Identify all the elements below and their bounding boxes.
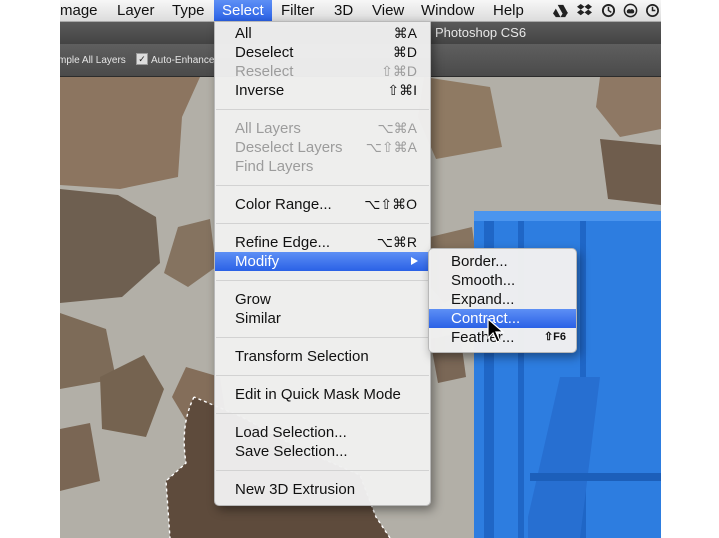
auto-enhance-label[interactable]: Auto-Enhance (151, 55, 214, 66)
menu-select[interactable]: Select (214, 0, 272, 21)
menu-separator (216, 280, 429, 281)
menu-image[interactable]: mage (60, 0, 106, 21)
menu-item-similar[interactable]: Similar (215, 309, 430, 328)
sync-icon[interactable] (601, 3, 616, 18)
menu-separator (216, 185, 429, 186)
menu-item-grow[interactable]: Grow (215, 290, 430, 309)
menu-separator (216, 223, 429, 224)
menu-item-modify[interactable]: Modify (215, 252, 430, 271)
menu-3d[interactable]: 3D (326, 0, 361, 21)
menu-item-refine-edge[interactable]: Refine Edge... ⌥⌘R (215, 233, 430, 252)
menu-separator (216, 109, 429, 110)
menu-item-find-layers: Find Layers (235, 158, 314, 175)
creative-cloud-icon[interactable] (623, 3, 638, 18)
menu-item-deselect[interactable]: Deselect ⌘D (215, 43, 430, 62)
app-title: Photoshop CS6 (435, 25, 527, 40)
menu-separator (216, 375, 429, 376)
menu-item-reselect: Reselect ⇧⌘D (235, 63, 417, 80)
menu-type[interactable]: Type (164, 0, 213, 21)
menu-separator (216, 337, 429, 338)
menu-item-quick-mask[interactable]: Edit in Quick Mask Mode (215, 385, 430, 404)
menu-item-inverse[interactable]: Inverse ⇧⌘I (215, 81, 430, 100)
select-menu-dropdown: All ⌘A Deselect ⌘D Reselect ⇧⌘D Inverse ⇧⌘I … (214, 21, 431, 506)
menu-bar: mage Layer Type Select Filter 3D View Wi… (60, 0, 661, 22)
menu-layer[interactable]: Layer (109, 0, 163, 21)
submenu-item-smooth[interactable]: Smooth... (429, 271, 576, 290)
menu-filter[interactable]: Filter (273, 0, 322, 21)
sample-all-layers-label[interactable]: mple All Layers (60, 55, 126, 66)
submenu-item-expand[interactable]: Expand... (429, 290, 576, 309)
menu-help[interactable]: Help (485, 0, 532, 21)
screen: mage Layer Type Select Filter 3D View Wi… (60, 0, 661, 538)
menu-window[interactable]: Window (413, 0, 482, 21)
menu-item-all-layers: All Layers ⌥⌘A (235, 120, 417, 137)
google-drive-icon[interactable] (553, 3, 568, 18)
menu-item-load-selection[interactable]: Load Selection... (215, 423, 430, 442)
menu-item-color-range[interactable]: Color Range... ⌥⇧⌘O (215, 195, 430, 214)
submenu-item-border[interactable]: Border... (429, 252, 576, 271)
menu-item-new-3d-extrusion[interactable]: New 3D Extrusion (215, 480, 430, 499)
mouse-pointer-icon (487, 318, 505, 343)
auto-enhance-checkbox[interactable]: ✓ (136, 53, 148, 65)
menu-separator (216, 470, 429, 471)
submenu-arrow-icon (411, 257, 418, 265)
menu-separator (216, 413, 429, 414)
time-machine-icon[interactable] (645, 3, 660, 18)
menu-item-deselect-layers: Deselect Layers ⌥⇧⌘A (235, 139, 417, 156)
dropbox-icon[interactable] (577, 3, 592, 18)
menu-item-transform-selection[interactable]: Transform Selection (215, 347, 430, 366)
menu-item-all[interactable]: All ⌘A (215, 24, 430, 43)
menu-view[interactable]: View (364, 0, 412, 21)
menu-item-save-selection[interactable]: Save Selection... (215, 442, 430, 461)
